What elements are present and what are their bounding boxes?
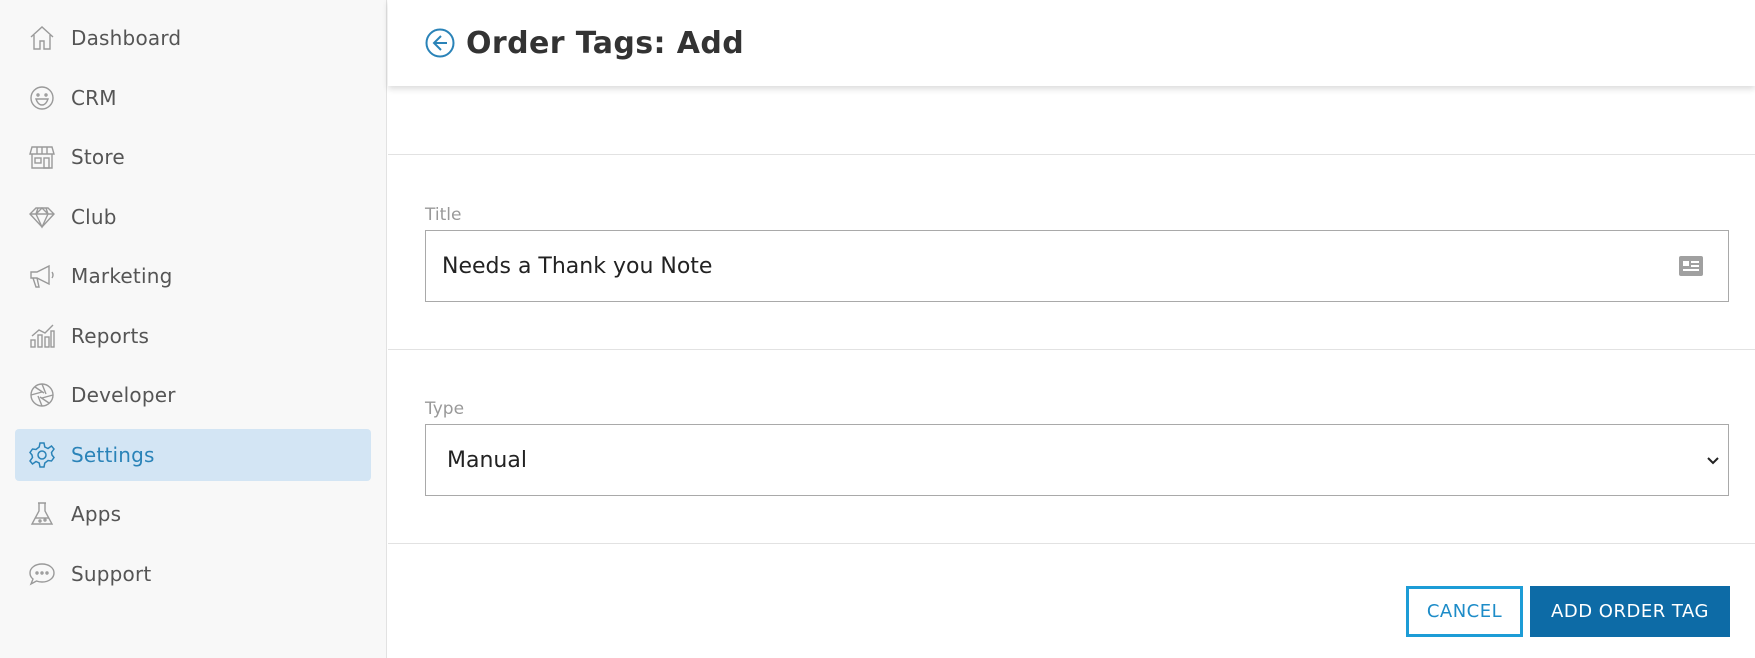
add-order-tag-button[interactable]: ADD ORDER TAG [1530, 586, 1730, 637]
sidebar-item-label: Dashboard [71, 26, 182, 50]
sidebar-item-settings[interactable]: Settings [15, 429, 371, 481]
type-select[interactable]: Manual [425, 424, 1729, 496]
type-select-value: Manual [447, 447, 527, 473]
sidebar-item-apps[interactable]: Apps [15, 488, 371, 540]
megaphone-icon [27, 261, 57, 291]
store-icon [27, 142, 57, 172]
diamond-icon [27, 202, 57, 232]
chevron-down-icon [1704, 451, 1722, 469]
sidebar-item-label: Settings [71, 443, 155, 467]
page-title-action: Add [676, 25, 745, 61]
chat-bubble-icon [27, 559, 57, 589]
cancel-button[interactable]: CANCEL [1406, 586, 1523, 637]
type-field-label: Type [425, 399, 465, 419]
bar-chart-icon [27, 321, 57, 351]
sidebar-item-label: Club [71, 205, 117, 229]
page-title: Order Tags: Add [466, 26, 744, 61]
title-input[interactable]: Needs a Thank you Note [425, 230, 1729, 302]
main-content: Order Tags: Add Title Needs a Thank you … [388, 0, 1755, 658]
sidebar-item-marketing[interactable]: Marketing [15, 250, 371, 302]
page-title-prefix: Order Tags: [466, 25, 666, 61]
sidebar-item-crm[interactable]: CRM [15, 72, 371, 124]
sidebar-item-label: Support [71, 562, 152, 586]
page-header: Order Tags: Add [388, 0, 1755, 86]
sidebar-item-label: Store [71, 145, 125, 169]
contact-card-icon [1678, 255, 1704, 277]
sidebar-item-store[interactable]: Store [15, 131, 371, 183]
sidebar-item-label: Marketing [71, 264, 173, 288]
sidebar-item-label: CRM [71, 86, 117, 110]
sidebar-item-dashboard[interactable]: Dashboard [15, 12, 371, 64]
sidebar-item-label: Developer [71, 383, 176, 407]
flask-icon [27, 499, 57, 529]
divider [388, 349, 1755, 350]
title-field-label: Title [425, 205, 462, 225]
sidebar-item-label: Reports [71, 324, 150, 348]
aperture-icon [27, 380, 57, 410]
sidebar-item-reports[interactable]: Reports [15, 310, 371, 362]
sidebar-item-support[interactable]: Support [15, 548, 371, 600]
divider [388, 154, 1755, 155]
sidebar: Dashboard CRM Store Club Marketing Repor… [0, 0, 387, 658]
title-input-value[interactable]: Needs a Thank you Note [442, 254, 1678, 279]
sidebar-item-developer[interactable]: Developer [15, 369, 371, 421]
divider [388, 543, 1755, 544]
smiley-icon [27, 83, 57, 113]
sidebar-item-club[interactable]: Club [15, 191, 371, 243]
sidebar-item-label: Apps [71, 502, 122, 526]
back-arrow-icon[interactable] [424, 27, 456, 59]
home-icon [27, 23, 57, 53]
gear-icon [27, 440, 57, 470]
